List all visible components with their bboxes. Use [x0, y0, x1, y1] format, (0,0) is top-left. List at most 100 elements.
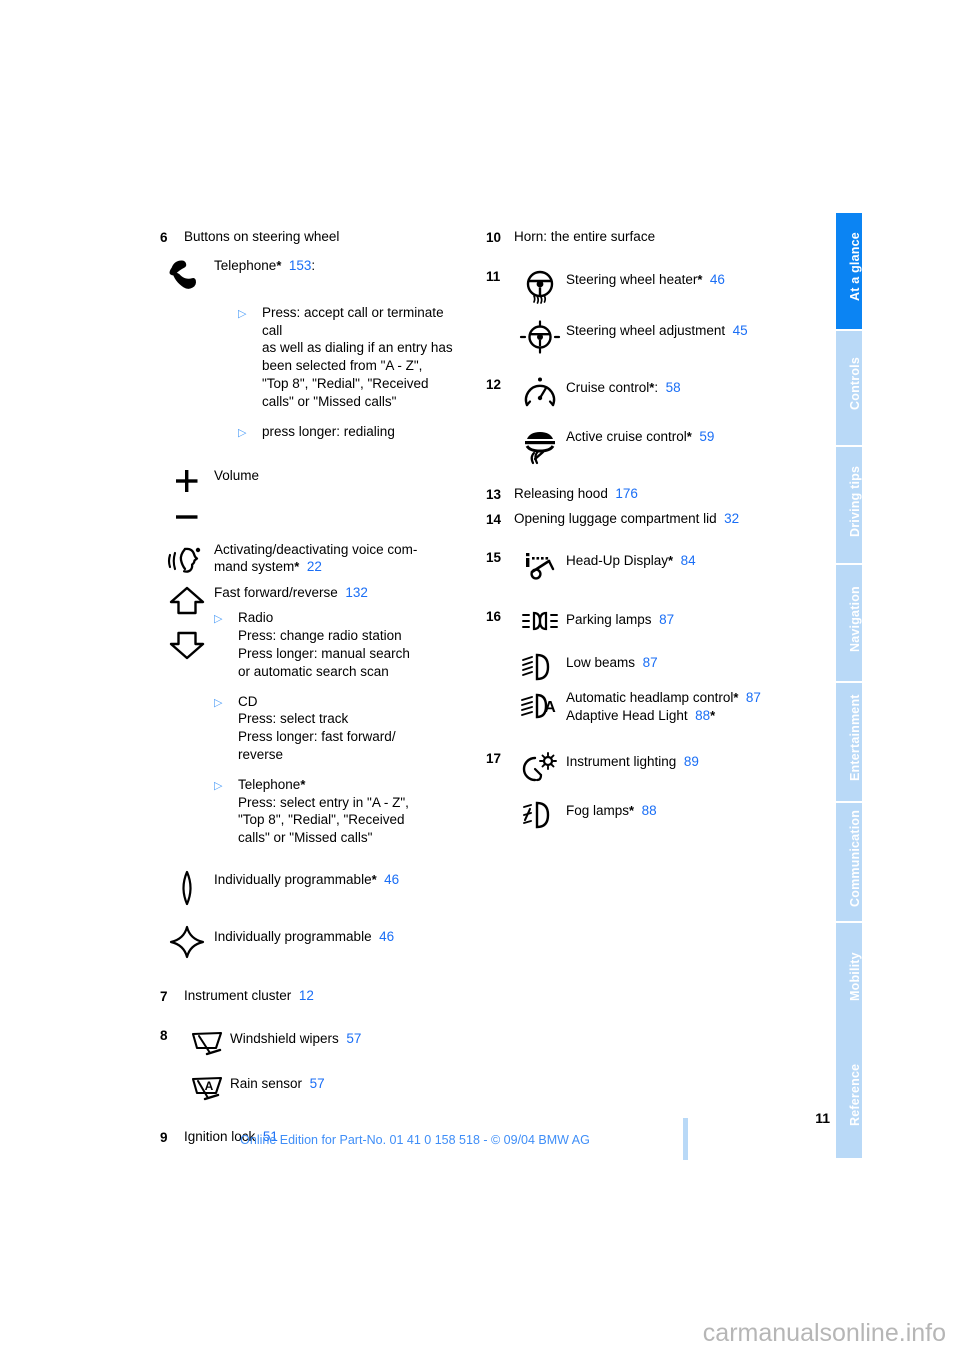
page-ref[interactable]: 32	[724, 511, 739, 526]
telephone-line: calls" or "Missed calls"	[238, 830, 373, 846]
triangle-bullet-icon: ▷	[238, 307, 247, 320]
steering-wheel-heater-entry: Steering wheel heater* 46	[514, 267, 804, 308]
page-ref[interactable]: 57	[310, 1076, 325, 1091]
diamond-outline-icon	[160, 867, 214, 908]
tab-driving-tips[interactable]: Driving tips	[836, 445, 862, 563]
page-ref[interactable]: 87	[746, 690, 761, 705]
section-tab-rail[interactable]: At a glance Controls Driving tips Naviga…	[836, 211, 862, 1160]
item-number: 7	[160, 989, 168, 1005]
automatic-headlamp-entry: A Automatic headlamp control* 87 Adaptiv…	[514, 689, 804, 725]
bullet-line: Press: accept call or terminate	[262, 304, 444, 320]
bullet-line: press longer: redialing	[262, 423, 395, 439]
automatic-headlamp-control-icon: A	[514, 689, 566, 724]
hud-label: Head-Up Display	[566, 553, 669, 569]
asterisk: *	[710, 708, 716, 724]
heater-label: Steering wheel heater	[566, 271, 698, 287]
site-watermark: carmanualsonline.info	[702, 1319, 946, 1347]
tab-navigation[interactable]: Navigation	[836, 563, 862, 681]
cd-line: Press longer: fast forward/	[238, 729, 396, 745]
page-ref[interactable]: 88	[695, 708, 710, 723]
tab-label: Entertainment	[848, 694, 862, 782]
triangle-bullet-icon: ▷	[238, 426, 247, 439]
bullet-press-longer-redial: ▷ press longer: redialing	[238, 423, 472, 441]
list-item-15: 15 Head-Up Display* 84	[486, 548, 804, 583]
page-ref[interactable]: 132	[345, 585, 368, 600]
bullet-cd: ▷ CD Press: select track Press longer: f…	[214, 693, 410, 764]
item-number: 16	[486, 609, 502, 625]
radio-line: Press: change radio station	[238, 628, 402, 644]
acc-label: Active cruise control	[566, 428, 687, 444]
cruise-control-entry: Cruise control*: 58	[514, 375, 804, 414]
programmable-label: Individually programmable	[214, 929, 372, 945]
asterisk: *	[668, 553, 674, 569]
four-point-star-icon	[160, 924, 214, 959]
page-ref[interactable]: 87	[643, 655, 658, 670]
programmable-label: Individually programmable	[214, 872, 372, 888]
page-ref[interactable]: 59	[699, 429, 714, 444]
head-up-display-entry: Head-Up Display* 84	[514, 548, 804, 583]
fog-lamps-label: Fog lamps	[566, 803, 630, 819]
tab-mobility[interactable]: Mobility	[836, 921, 862, 1039]
manual-page: At a glance Controls Driving tips Naviga…	[0, 0, 960, 1358]
voice-command-icon	[160, 541, 214, 580]
bullet-line: calls" or "Missed calls"	[262, 393, 397, 409]
page-ref[interactable]: 46	[384, 872, 399, 887]
rain-sensor-letter: A	[205, 1079, 214, 1093]
head-up-display-icon	[514, 548, 566, 583]
tab-entertainment[interactable]: Entertainment	[836, 681, 862, 801]
arrow-down-icon	[169, 631, 205, 659]
cd-heading: CD	[238, 693, 258, 709]
tab-label: Reference	[848, 1063, 862, 1126]
page-ref[interactable]: 58	[666, 380, 681, 395]
footer-note: Online Edition for Part-No. 01 41 0 158 …	[240, 1133, 590, 1147]
tab-label: Communication	[848, 809, 862, 907]
instrument-lighting-entry: Instrument lighting 89	[514, 749, 804, 786]
telephone-label: Telephone	[214, 257, 277, 273]
list-item-8: 8 Windshield wipers 57 A Rain sensor 57	[160, 1026, 472, 1104]
page-ref[interactable]: 45	[733, 323, 748, 338]
page-ref[interactable]: 84	[681, 553, 696, 568]
item-title: Buttons on steering wheel	[184, 229, 340, 244]
page-ref[interactable]: 46	[379, 929, 394, 944]
asterisk: *	[686, 428, 692, 444]
tab-at-a-glance[interactable]: At a glance	[836, 211, 862, 329]
low-beams-entry: Low beams 87	[514, 650, 804, 683]
page-ref[interactable]: 57	[346, 1031, 361, 1046]
telephone-line: "Top 8", "Redial", "Received	[238, 812, 405, 828]
fog-lamps-icon	[514, 798, 566, 831]
voice-command-entry: Activating/deactivating voice com- mand …	[160, 541, 472, 580]
page-ref[interactable]: 176	[615, 486, 638, 501]
item-number: 17	[486, 751, 502, 767]
arrow-up-icon	[169, 586, 205, 614]
page-ref[interactable]: 153	[289, 258, 312, 273]
item-number: 13	[486, 486, 502, 502]
arrow-icons	[160, 584, 214, 661]
item-title: Releasing hood	[514, 485, 608, 501]
rain-sensor-entry: A Rain sensor 57	[184, 1071, 472, 1104]
individually-programmable-entry: Individually programmable 46	[160, 924, 472, 959]
bullet-line: as well as dialing if an entry has	[262, 340, 453, 356]
item-number: 6	[160, 230, 168, 245]
page-ref[interactable]: 87	[659, 612, 674, 627]
page-ref[interactable]: 12	[299, 988, 314, 1003]
radio-line: Press longer: manual search	[238, 645, 410, 661]
steering-wheel-adjustment-entry: Steering wheel adjustment 45	[514, 318, 804, 355]
tab-label: At a glance	[848, 232, 862, 302]
item-title: Instrument cluster	[184, 988, 292, 1004]
auto-headlamp-letter: A	[544, 699, 556, 716]
page-ref[interactable]: 89	[684, 754, 699, 769]
page-ref[interactable]: 88	[642, 803, 657, 818]
tab-controls[interactable]: Controls	[836, 329, 862, 445]
tab-reference[interactable]: Reference	[836, 1039, 862, 1158]
active-cruise-control-icon	[514, 424, 566, 465]
item-number: 12	[486, 376, 502, 392]
tab-communication[interactable]: Communication	[836, 801, 862, 921]
item-number: 8	[160, 1027, 168, 1043]
asterisk: *	[276, 257, 282, 273]
triangle-bullet-icon: ▷	[214, 613, 223, 626]
individually-programmable-star-entry: Individually programmable* 46	[160, 867, 472, 908]
asterisk: *	[697, 271, 703, 287]
page-ref[interactable]: 46	[710, 272, 725, 287]
asterisk: *	[629, 803, 635, 819]
page-ref[interactable]: 22	[307, 559, 322, 574]
